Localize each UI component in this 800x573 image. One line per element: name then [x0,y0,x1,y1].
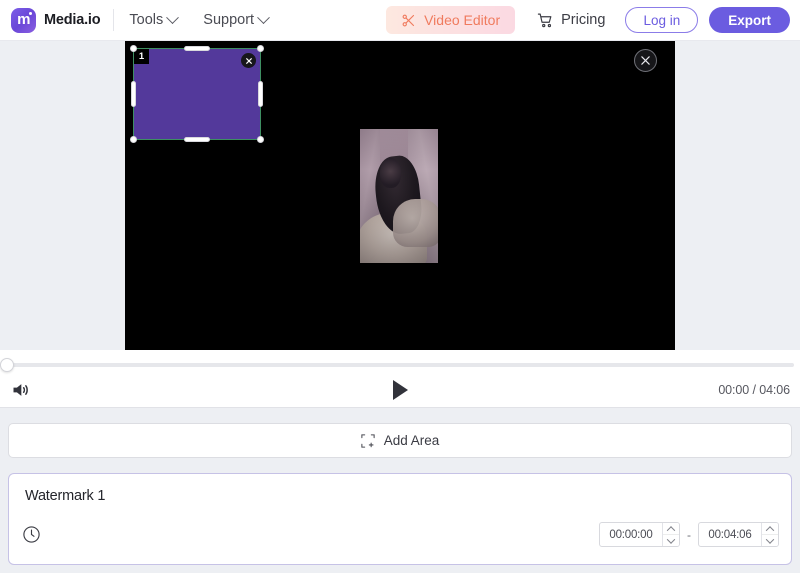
caret-up-icon [766,526,774,534]
play-button[interactable] [390,380,411,401]
brand-name: Media.io [44,12,100,28]
nav-support[interactable]: Support [190,0,281,40]
watermark-selection-box[interactable]: 1 [133,48,261,140]
seek-thumb[interactable] [0,358,14,372]
header-actions: Video Editor Pricing Log in Export [386,6,800,34]
seek-bar[interactable] [0,358,800,372]
close-icon [245,57,253,65]
export-button[interactable]: Export [709,7,790,33]
chevron-down-icon [257,11,270,24]
start-time-stepper[interactable] [599,522,680,547]
end-time-decrement[interactable] [762,535,778,546]
watermark-duration-button[interactable] [22,525,41,544]
canvas-close-button[interactable] [634,49,657,72]
caret-down-icon [667,535,675,543]
seek-track[interactable] [6,363,794,367]
start-time-increment[interactable] [663,523,679,535]
add-area-button[interactable]: Add Area [8,423,792,458]
volume-icon [11,380,31,400]
playback-bar: 00:00 / 04:06 [0,350,800,408]
watermark-remove-button[interactable] [241,53,256,68]
header-divider [113,9,114,31]
start-time-spinner[interactable] [662,523,679,546]
clock-icon [22,525,41,544]
mediaio-logo-icon: m [11,8,36,33]
play-icon [393,380,408,400]
caret-down-icon [766,535,774,543]
start-time-decrement[interactable] [663,535,679,546]
end-time-input[interactable] [699,523,761,546]
brand-logo[interactable]: m Media.io [0,0,113,40]
pricing-label: Pricing [561,12,605,28]
video-vignette [360,129,438,263]
end-time-increment[interactable] [762,523,778,535]
logo-dot-icon [29,12,32,15]
watermark-panel: Watermark 1 - [8,473,792,565]
logo-letter: m [17,12,30,27]
time-display: 00:00 / 04:06 [718,383,790,397]
nav-support-label: Support [203,12,254,28]
start-time-input[interactable] [600,523,662,546]
resize-handle-top[interactable] [184,46,210,51]
pricing-button[interactable]: Pricing [537,12,605,29]
resize-handle-bottom-left[interactable] [130,136,137,143]
volume-button[interactable] [11,379,33,401]
resize-handle-left[interactable] [131,81,136,107]
nav-tools[interactable]: Tools [116,0,190,40]
add-area-icon [361,434,375,448]
scissors-icon [401,13,416,28]
close-icon [640,55,651,66]
watermark-title: Watermark 1 [25,488,105,504]
chevron-down-icon [166,11,179,24]
resize-handle-right[interactable] [258,81,263,107]
app-header: m Media.io Tools Support Video Editor [0,0,800,41]
cart-icon [537,12,554,29]
watermark-time-range: - [599,522,779,547]
watermark-index-badge: 1 [134,49,149,64]
editor-stage: 1 [0,41,800,350]
video-preview-frame [360,129,438,263]
resize-handle-bottom[interactable] [184,137,210,142]
resize-handle-top-right[interactable] [257,45,264,52]
end-time-stepper[interactable] [698,522,779,547]
time-range-separator: - [687,528,691,542]
video-canvas[interactable]: 1 [125,41,675,350]
login-button[interactable]: Log in [625,7,698,33]
nav-tools-label: Tools [129,12,163,28]
add-area-label: Add Area [384,433,440,448]
resize-handle-bottom-right[interactable] [257,136,264,143]
video-editor-button[interactable]: Video Editor [386,6,515,34]
caret-up-icon [667,526,675,534]
end-time-spinner[interactable] [761,523,778,546]
video-editor-label: Video Editor [424,12,500,28]
resize-handle-top-left[interactable] [130,45,137,52]
playback-controls: 00:00 / 04:06 [0,372,800,408]
